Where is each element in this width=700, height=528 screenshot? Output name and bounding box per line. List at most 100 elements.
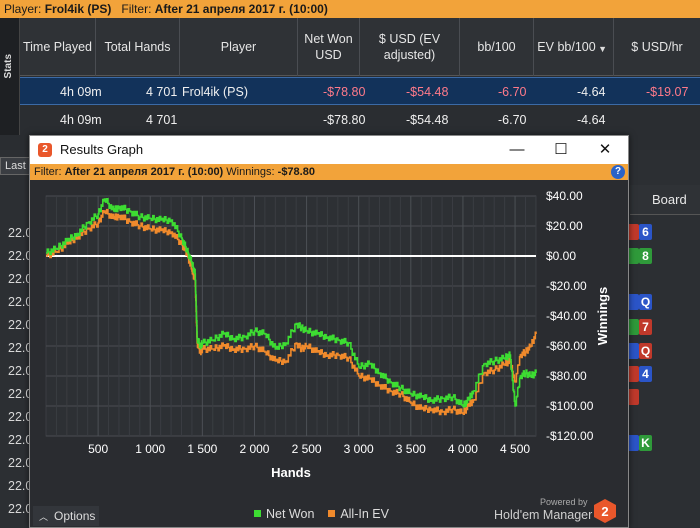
- list-item[interactable]: 22.0: [0, 222, 32, 245]
- x-tick-label: 4 500: [500, 442, 530, 456]
- cell-time: 4h 09m: [60, 113, 102, 127]
- hm2-logo-text: 2: [601, 504, 608, 519]
- table-row[interactable]: 4h 09m 4 701 Frol4ik (PS) -$78.80 -$54.4…: [20, 77, 700, 105]
- y-tick-label: -$120.00: [546, 429, 594, 443]
- cell-bb100: -6.70: [498, 113, 527, 127]
- filter-label: Filter:: [121, 2, 152, 16]
- col-bb100[interactable]: bb/100: [460, 18, 534, 76]
- legend-swatch-net-won: [254, 510, 261, 517]
- results-chart: 500 1 000 1 500 2 000 2 500 3 000 3 500 4 000 4 …: [30, 180, 628, 496]
- list-item[interactable]: 22.0: [0, 360, 32, 383]
- x-tick-label: 500: [88, 442, 108, 456]
- x-tick-label: 1 000: [135, 442, 165, 456]
- filter-label: Filter:: [34, 166, 62, 178]
- col-total-hands[interactable]: Total Hands: [96, 18, 180, 76]
- y-tick-label: -$60.00: [546, 339, 587, 353]
- list-item[interactable]: 22.0: [0, 314, 32, 337]
- minimize-button[interactable]: —: [494, 136, 540, 164]
- col-ev-bb100-label: EV bb/100: [537, 40, 596, 54]
- x-tick-label: 3 500: [396, 442, 426, 456]
- list-item[interactable]: 22.0: [0, 245, 32, 268]
- cell-net-won: -$78.80: [323, 113, 366, 127]
- filter-value: After 21 апреля 2017 г. (10:00): [154, 2, 328, 16]
- list-item[interactable]: 22.0: [0, 383, 32, 406]
- y-axis-label: Winnings: [595, 287, 610, 345]
- list-item[interactable]: 22.0: [0, 291, 32, 314]
- stats-tab-label: Stats: [3, 54, 14, 79]
- y-tick-label: -$40.00: [546, 309, 587, 323]
- filter-value: After 21 апреля 2017 г. (10:00): [64, 166, 224, 178]
- y-tick-label: -$80.00: [546, 369, 587, 383]
- cell-ev-bb100: -4.64: [577, 85, 606, 99]
- board-card-icon: 7: [639, 319, 652, 335]
- list-item[interactable]: 22.0: [0, 498, 32, 521]
- window-title: Results Graph: [60, 142, 144, 157]
- chart-legend: Net Won All-In EV: [254, 507, 389, 521]
- col-ev-bb100[interactable]: EV bb/100 ▼: [534, 18, 614, 76]
- info-icon[interactable]: ?: [611, 165, 625, 179]
- options-label: Options: [54, 509, 96, 523]
- stats-side-tab[interactable]: Stats: [0, 18, 20, 135]
- cell-bb100: -6.70: [498, 85, 527, 99]
- col-net-won[interactable]: Net Won USD: [298, 18, 360, 76]
- x-tick-label: 4 000: [448, 442, 478, 456]
- winnings-value: -$78.80: [277, 166, 315, 178]
- powered-by-text: Powered by: [540, 497, 588, 507]
- y-tick-label: $20.00: [546, 219, 583, 233]
- board-card-icon: K: [639, 435, 652, 451]
- board-column-label: Board: [652, 192, 687, 207]
- player-label: Player:: [4, 2, 42, 16]
- legend-swatch-all-in-ev: [328, 510, 336, 517]
- window-titlebar[interactable]: 2 Results Graph — ☐ ✕: [30, 136, 628, 164]
- x-tick-label: 1 500: [187, 442, 217, 456]
- x-tick-label: 3 000: [344, 442, 374, 456]
- x-axis-label: Hands: [271, 465, 311, 480]
- sort-desc-icon: ▼: [598, 44, 607, 54]
- x-axis-ticks: 500 1 000 1 500 2 000 2 500 3 000 3 500 4 000 4 …: [88, 442, 530, 456]
- cell-usd-hr: -$19.07: [646, 85, 689, 99]
- player-filter-bar: Player: Frol4ik (PS) Filter: After 21 ап…: [0, 0, 700, 18]
- hm2-logo-icon: 2: [594, 499, 616, 523]
- y-tick-label: -$20.00: [546, 279, 587, 293]
- results-graph-window: 2 Results Graph — ☐ ✕ Filter: After 21 а…: [29, 135, 629, 528]
- col-time-played[interactable]: Time Played: [20, 18, 96, 76]
- list-item[interactable]: 22.0: [0, 452, 32, 475]
- board-card-icon: 4: [639, 366, 652, 382]
- close-button[interactable]: ✕: [582, 136, 628, 164]
- board-card-icon: 8: [639, 248, 652, 264]
- y-tick-label: $0.00: [546, 249, 576, 263]
- col-player[interactable]: Player: [180, 18, 298, 76]
- cell-ev-adjusted: -$54.48: [406, 113, 449, 127]
- graph-filter-bar: Filter: After 21 апреля 2017 г. (10:00) …: [30, 164, 628, 180]
- board-card-icon: 6: [639, 224, 652, 240]
- cell-net-won: -$78.80: [323, 85, 366, 99]
- cell-ev-bb100: -4.64: [577, 113, 606, 127]
- brand-name: Hold'em Manager: [494, 508, 593, 522]
- hm2-app-icon: 2: [38, 143, 52, 157]
- list-item[interactable]: 22.0: [0, 429, 32, 452]
- table-row[interactable]: 4h 09m 4 701 -$78.80 -$54.48 -6.70 -4.64: [20, 106, 700, 134]
- maximize-button[interactable]: ☐: [538, 136, 584, 164]
- legend-all-in-ev: All-In EV: [340, 507, 389, 521]
- x-tick-label: 2 500: [292, 442, 322, 456]
- last-tab[interactable]: Last: [0, 157, 30, 175]
- list-item[interactable]: 22.0: [0, 337, 32, 360]
- legend-net-won: Net Won: [266, 507, 315, 521]
- list-item[interactable]: 22.0: [0, 475, 32, 498]
- cell-time: 4h 09m: [60, 85, 102, 99]
- x-tick-label: 2 000: [239, 442, 269, 456]
- cell-hands: 4 701: [146, 113, 178, 127]
- y-tick-label: -$100.00: [546, 399, 594, 413]
- cell-hands: 4 701: [146, 85, 178, 99]
- col-usd-hr[interactable]: $ USD/hr: [614, 18, 700, 76]
- options-button[interactable]: ︿ Options: [33, 506, 99, 526]
- cell-player: Frol4ik (PS): [182, 85, 248, 99]
- winnings-label: Winnings:: [226, 166, 275, 178]
- list-item[interactable]: 22.0: [0, 406, 32, 429]
- list-item[interactable]: 22.0: [0, 268, 32, 291]
- col-ev-adjusted[interactable]: $ USD (EV adjusted): [360, 18, 460, 76]
- board-card-icon: Q: [639, 343, 652, 359]
- board-card-icon: Q: [639, 294, 652, 310]
- y-tick-label: $40.00: [546, 189, 583, 203]
- chevron-up-icon: ︿: [39, 512, 49, 522]
